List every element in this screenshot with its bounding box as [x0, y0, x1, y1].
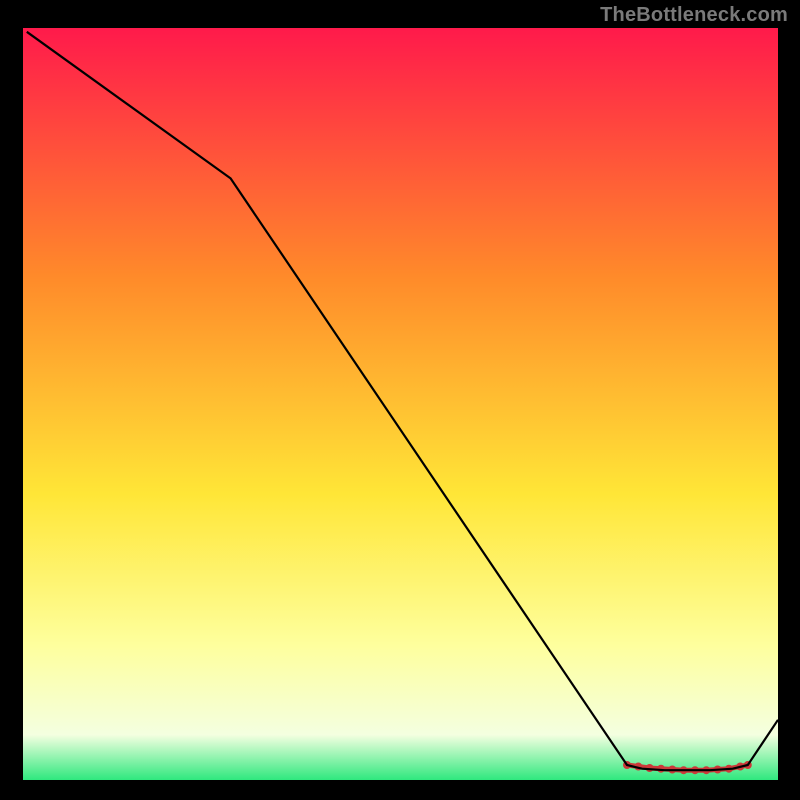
plot-background — [23, 28, 778, 780]
chart-frame: TheBottleneck.com — [0, 0, 800, 800]
plot-svg — [0, 0, 800, 800]
watermark-text: TheBottleneck.com — [600, 4, 788, 27]
